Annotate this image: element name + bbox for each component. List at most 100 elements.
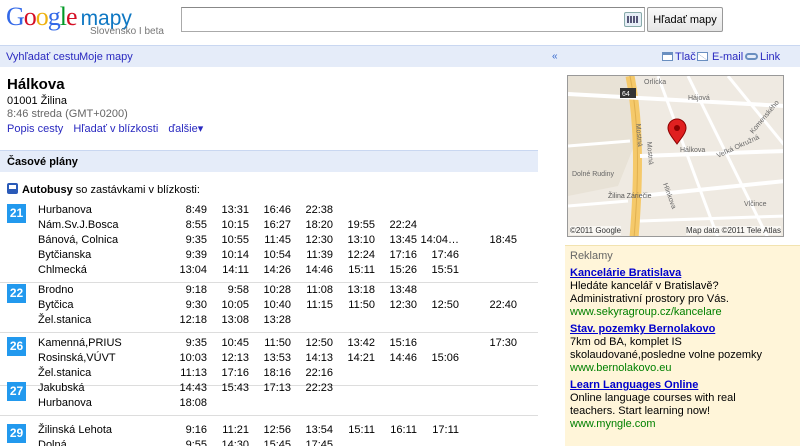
place-actions: Popis cesty Hľadať v blízkosti ďalšie▾ <box>7 122 210 135</box>
departure-time: 12:56 <box>263 424 291 436</box>
departure-time: 9:39 <box>185 249 207 261</box>
stop-name: Nám.Sv.J.Bosca <box>38 219 119 231</box>
departure-time: 17:45 <box>305 439 333 446</box>
link-link[interactable]: Link <box>760 51 780 63</box>
schedule-row: Brodno 9:18 9:58 10:28 11:08 13:18 13:48 <box>0 283 538 298</box>
schedule-row: Žilinská Lehota 9:16 11:21 12:56 13:54 15:11 1… <box>0 423 538 438</box>
google-wordmark: Google <box>6 2 78 31</box>
schedule-row: Bytčica 9:30 10:05 10:40 11:15 11:50 12:30 12:5… <box>0 298 538 313</box>
departure-time: 9:55 <box>185 439 207 446</box>
stop-name: Chlmecká <box>38 264 87 276</box>
departure-time: 15:45 <box>263 439 291 446</box>
departure-time: 13:31 <box>221 204 249 216</box>
departure-time: 14:26 <box>263 264 291 276</box>
departure-time: 11:50 <box>264 337 291 349</box>
stop-name: Hurbanova <box>38 397 92 409</box>
print-icon[interactable] <box>662 52 673 61</box>
link-icon[interactable] <box>745 53 758 60</box>
ad-text: Administrativní prostory pro Vás. <box>570 293 729 305</box>
map-label-zariecie: Žilina Záriečie <box>608 191 652 200</box>
departure-time: 14:11 <box>222 264 249 276</box>
ad-title-link[interactable]: Kancelárie Bratislava <box>570 267 796 280</box>
departure-time: 13:42 <box>347 337 375 349</box>
search-button[interactable]: Hľadať mapy <box>647 7 723 32</box>
departure-time: 17:46 <box>431 249 459 261</box>
map-thumbnail[interactable]: 64 Orlícka Hájová Mostná Mostná Dolné Ru… <box>567 75 784 237</box>
bus-icon <box>7 183 18 194</box>
stop-name: Hurbanova <box>38 204 92 216</box>
departure-time: 14:46 <box>389 352 417 364</box>
ad-text: teachers. Start learning now! <box>570 405 711 417</box>
ad-url[interactable]: www.bernolakovo.eu <box>570 362 796 375</box>
departure-time: 10:45 <box>221 337 249 349</box>
departure-time: 18:45 <box>489 234 517 246</box>
directions-link[interactable]: Vyhľadať cestu <box>6 51 80 63</box>
departure-time: 11:21 <box>222 424 249 436</box>
map-data-credit: Map data ©2011 Tele Atlas <box>686 226 781 235</box>
stop-name: Bánová, Colnica <box>38 234 119 246</box>
schedule-row: Bánová, Colnica 9:35 10:55 11:45 12:30 13:10 1… <box>0 233 538 248</box>
left-panel: Hálkova 01001 Žilina 8:46 streda (GMT+02… <box>0 67 538 446</box>
departure-time: 12:50 <box>431 299 459 311</box>
ad-item: Stav. pozemky Bernolakovo 7km od BA, kom… <box>570 323 796 375</box>
place-local-time: 8:46 streda (GMT+0200) <box>7 108 128 120</box>
stop-name: Brodno <box>38 284 74 296</box>
departure-time: 15:11 <box>348 264 375 276</box>
departure-time: 13:04 <box>179 264 207 276</box>
departure-time: 14:30 <box>221 439 249 446</box>
keyboard-icon[interactable] <box>624 12 642 27</box>
departure-time: 22:24 <box>389 219 417 231</box>
map-copyright: ©2011 Google <box>570 226 622 235</box>
more-link[interactable]: ďalšie▾ <box>168 123 203 135</box>
ads-panel: Reklamy Kancelárie Bratislava Hledáte ka… <box>565 245 800 446</box>
departure-time: 17:11 <box>432 424 459 436</box>
schedule-row: Chlmecká 13:04 14:11 14:26 14:46 15:11 15:26 15… <box>0 263 538 278</box>
ad-text: Hledáte kancelář v Bratislavě? <box>570 280 719 292</box>
departure-time: 11:13 <box>180 367 207 379</box>
search-input[interactable] <box>181 7 645 32</box>
bus-stops-caption: Autobusy so zastávkami v blízkosti: <box>7 183 200 196</box>
ad-url[interactable]: www.myngle.com <box>570 418 796 431</box>
departure-time: 11:45 <box>264 234 291 246</box>
route-block: 21 Hurbanova 8:49 13:31 16:46 22:38 Nám.Sv.J.B… <box>0 202 538 283</box>
departure-time: 12:30 <box>305 234 333 246</box>
departure-time: 12:50 <box>305 337 333 349</box>
departure-time: 13:10 <box>347 234 375 246</box>
departure-time: 11:08 <box>306 284 333 296</box>
schedule-title: Časové plány <box>7 156 78 168</box>
my-maps-link[interactable]: Moje mapy <box>79 51 133 63</box>
map-label-orlicka: Orlícka <box>644 79 666 86</box>
ad-title-link[interactable]: Stav. pozemky Bernolakovo <box>570 323 796 336</box>
departure-time: 15:16 <box>389 337 417 349</box>
search-nearby-link[interactable]: Hľadať v blízkosti <box>73 123 158 135</box>
departure-time: 14:13 <box>305 352 333 364</box>
departure-time: 14:46 <box>305 264 333 276</box>
ad-title-link[interactable]: Learn Languages Online <box>570 379 796 392</box>
departure-time: 11:15 <box>306 299 333 311</box>
google-maps-logo[interactable]: Google mapy Slovensko I beta <box>6 2 176 42</box>
bus-caption-text: so zastávkami v blízkosti: <box>72 184 200 196</box>
departure-time: 14:21 <box>347 352 375 364</box>
departure-time: 17:30 <box>489 337 517 349</box>
stop-name: Jakubská <box>38 382 85 394</box>
schedule-row: Rosinská,VÚVT 10:03 12:13 13:53 14:13 14:21 14… <box>0 351 538 366</box>
logo-subtitle: Slovensko I beta <box>90 26 164 37</box>
departure-time: 13:54 <box>305 424 333 436</box>
schedule-row: Žel.stanica 12:18 13:08 13:28 <box>0 313 538 328</box>
ad-url[interactable]: www.sekyragroup.cz/kancelare <box>570 306 796 319</box>
departure-time: 13:18 <box>347 284 375 296</box>
email-link[interactable]: E-mail <box>712 51 743 63</box>
departure-time: 22:23 <box>305 382 333 394</box>
departure-time: 11:50 <box>348 299 375 311</box>
ad-text: skolaudované,posledne volne pozemky <box>570 349 763 361</box>
collapse-panel-button[interactable]: « <box>552 51 558 62</box>
departure-time: 11:39 <box>306 249 333 261</box>
departure-time: 17:16 <box>389 249 417 261</box>
departure-time: 19:55 <box>347 219 375 231</box>
stop-name: Žilinská Lehota <box>38 424 112 436</box>
departure-time: 10:40 <box>263 299 291 311</box>
email-icon[interactable] <box>697 52 708 61</box>
departure-time: 15:11 <box>348 424 375 436</box>
directions-to-link[interactable]: Popis cesty <box>7 123 63 135</box>
print-link[interactable]: Tlač <box>675 51 696 63</box>
